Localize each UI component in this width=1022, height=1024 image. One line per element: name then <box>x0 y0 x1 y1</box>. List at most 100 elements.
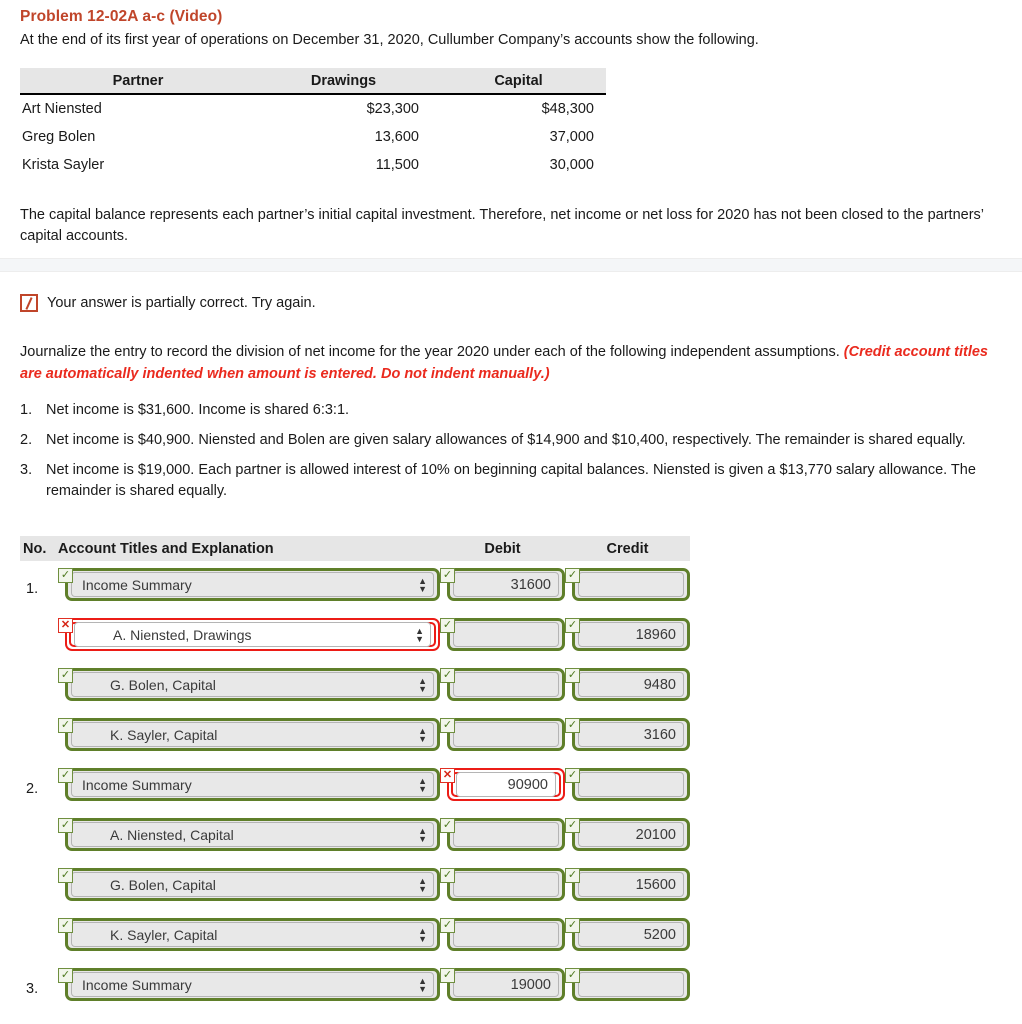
credit-amount-input[interactable]: 3160 <box>572 718 690 751</box>
account-status-icon: ✓ <box>58 818 73 833</box>
account-title-select[interactable]: Income Summary ▲ ▼ <box>65 968 440 1001</box>
debit-input-wrapper: ✓ 19000 <box>440 968 565 1001</box>
account-title-select[interactable]: A. Niensted, Capital ▲ ▼ <box>65 818 440 851</box>
debit-status-icon: ✓ <box>440 818 455 833</box>
debit-amount-value <box>453 922 559 947</box>
debit-amount-input[interactable] <box>447 918 565 951</box>
credit-input-wrapper: ✓ 20100 <box>565 818 690 851</box>
account-title-select[interactable]: A. Niensted, Drawings ▲ ▼ <box>65 618 440 651</box>
account-status-icon: ✓ <box>58 568 73 583</box>
credit-amount-input[interactable] <box>572 568 690 601</box>
debit-amount-input[interactable]: 31600 <box>447 568 565 601</box>
debit-input-wrapper: ✓ <box>440 718 565 751</box>
credit-amount-input[interactable]: 15600 <box>572 868 690 901</box>
credit-amount-input[interactable] <box>572 968 690 1001</box>
credit-input-wrapper: ✓ 18960 <box>565 618 690 651</box>
credit-status-icon: ✓ <box>565 968 580 983</box>
account-status-icon: ✓ <box>58 768 73 783</box>
account-select-value: G. Bolen, Capital <box>110 676 216 693</box>
section-divider <box>0 258 1022 272</box>
debit-amount-value <box>453 872 559 897</box>
chevron-updown-icon: ▲ ▼ <box>418 775 427 794</box>
debit-amount-value: 90900 <box>456 772 556 797</box>
journal-row: 1. ✓ Income Summary ▲ ▼ ✓ 31600 ✓ <box>20 561 690 611</box>
column-header-account: Account Titles and Explanation <box>58 540 274 557</box>
debit-amount-input[interactable] <box>447 818 565 851</box>
credit-amount-input[interactable]: 18960 <box>572 618 690 651</box>
credit-amount-input[interactable]: 5200 <box>572 918 690 951</box>
debit-amount-input[interactable]: 19000 <box>447 968 565 1001</box>
journal-row-number <box>20 811 58 831</box>
capital-balance-note: The capital balance represents each part… <box>20 207 984 245</box>
column-header-partner: Partner <box>20 68 256 95</box>
account-title-select[interactable]: K. Sayler, Capital ▲ ▼ <box>65 718 440 751</box>
credit-amount-input[interactable]: 9480 <box>572 668 690 701</box>
account-select-value: Income Summary <box>82 576 192 593</box>
journal-row: 3. ✓ Income Summary ▲ ▼ ✓ 19000 ✓ <box>20 961 690 1011</box>
partner-capital: 30,000 <box>431 151 606 179</box>
debit-input-wrapper: ✓ <box>440 918 565 951</box>
intro-text: At the end of its first year of operatio… <box>20 32 759 48</box>
journal-row-number <box>20 661 58 681</box>
journal-row: 2. ✓ Income Summary ▲ ▼ ✕ 90900 ✓ <box>20 761 690 811</box>
debit-amount-input[interactable] <box>447 868 565 901</box>
debit-amount-input[interactable] <box>447 718 565 751</box>
partner-capital: $48,300 <box>431 94 606 123</box>
debit-status-icon: ✓ <box>440 718 455 733</box>
account-title-select[interactable]: G. Bolen, Capital ▲ ▼ <box>65 868 440 901</box>
chevron-updown-icon: ▲ ▼ <box>418 725 427 744</box>
account-select-value: Income Summary <box>82 776 192 793</box>
debit-status-icon: ✓ <box>440 868 455 883</box>
credit-input-wrapper: ✓ <box>565 568 690 601</box>
credit-input-wrapper: ✓ 15600 <box>565 868 690 901</box>
list-item: 2. Net income is $40,900. Niensted and Bo… <box>20 430 995 451</box>
table-row: Krista Sayler 11,500 30,000 <box>20 151 606 179</box>
journal-row: ✕ A. Niensted, Drawings ▲ ▼ ✓ ✓ 18960 <box>20 611 690 661</box>
debit-amount-value: 19000 <box>453 972 559 997</box>
debit-input-wrapper: ✓ <box>440 668 565 701</box>
debit-input-wrapper: ✓ <box>440 818 565 851</box>
credit-status-icon: ✓ <box>565 718 580 733</box>
debit-status-icon: ✓ <box>440 568 455 583</box>
assumption-list: 1. Net income is $31,600. Income is share… <box>20 400 995 511</box>
debit-amount-input[interactable]: 90900 <box>447 768 565 801</box>
account-select-wrapper: ✓ Income Summary ▲ ▼ <box>58 768 440 801</box>
account-status-icon: ✓ <box>58 718 73 733</box>
partner-capital: 37,000 <box>431 123 606 151</box>
credit-input-wrapper: ✓ 9480 <box>565 668 690 701</box>
journal-row: ✓ A. Niensted, Capital ▲ ▼ ✓ ✓ 20100 <box>20 811 690 861</box>
list-item: 1. Net income is $31,600. Income is share… <box>20 400 995 421</box>
partner-drawings: $23,300 <box>256 94 431 123</box>
debit-input-wrapper: ✕ 90900 <box>440 768 565 801</box>
list-item: 3. Net income is $19,000. Each partner is… <box>20 460 995 502</box>
journal-row-number <box>20 711 58 731</box>
journal-row-number: 2. <box>26 781 39 797</box>
credit-amount-input[interactable]: 20100 <box>572 818 690 851</box>
account-title-select[interactable]: K. Sayler, Capital ▲ ▼ <box>65 918 440 951</box>
account-select-value: G. Bolen, Capital <box>110 876 216 893</box>
partner-name: Greg Bolen <box>20 123 256 151</box>
debit-amount-input[interactable] <box>447 618 565 651</box>
debit-input-wrapper: ✓ <box>440 868 565 901</box>
credit-amount-value: 20100 <box>578 822 684 847</box>
account-select-wrapper: ✕ A. Niensted, Drawings ▲ ▼ <box>58 618 440 651</box>
partner-table-header-row: Partner Drawings Capital <box>20 68 606 95</box>
account-status-icon: ✓ <box>58 868 73 883</box>
credit-amount-value: 18960 <box>578 622 684 647</box>
credit-input-wrapper: ✓ 5200 <box>565 918 690 951</box>
account-select-wrapper: ✓ G. Bolen, Capital ▲ ▼ <box>58 868 440 901</box>
debit-status-icon: ✓ <box>440 668 455 683</box>
debit-amount-input[interactable] <box>447 668 565 701</box>
account-status-icon: ✕ <box>58 618 73 633</box>
debit-status-icon: ✓ <box>440 918 455 933</box>
account-select-value: K. Sayler, Capital <box>110 726 218 743</box>
chevron-updown-icon: ▲ ▼ <box>418 825 427 844</box>
credit-amount-input[interactable] <box>572 768 690 801</box>
debit-status-icon: ✓ <box>440 968 455 983</box>
credit-status-icon: ✓ <box>565 618 580 633</box>
account-title-select[interactable]: Income Summary ▲ ▼ <box>65 768 440 801</box>
account-title-select[interactable]: Income Summary ▲ ▼ <box>65 568 440 601</box>
column-header-drawings: Drawings <box>256 68 431 95</box>
account-title-select[interactable]: G. Bolen, Capital ▲ ▼ <box>65 668 440 701</box>
partial-correct-icon <box>20 294 38 312</box>
